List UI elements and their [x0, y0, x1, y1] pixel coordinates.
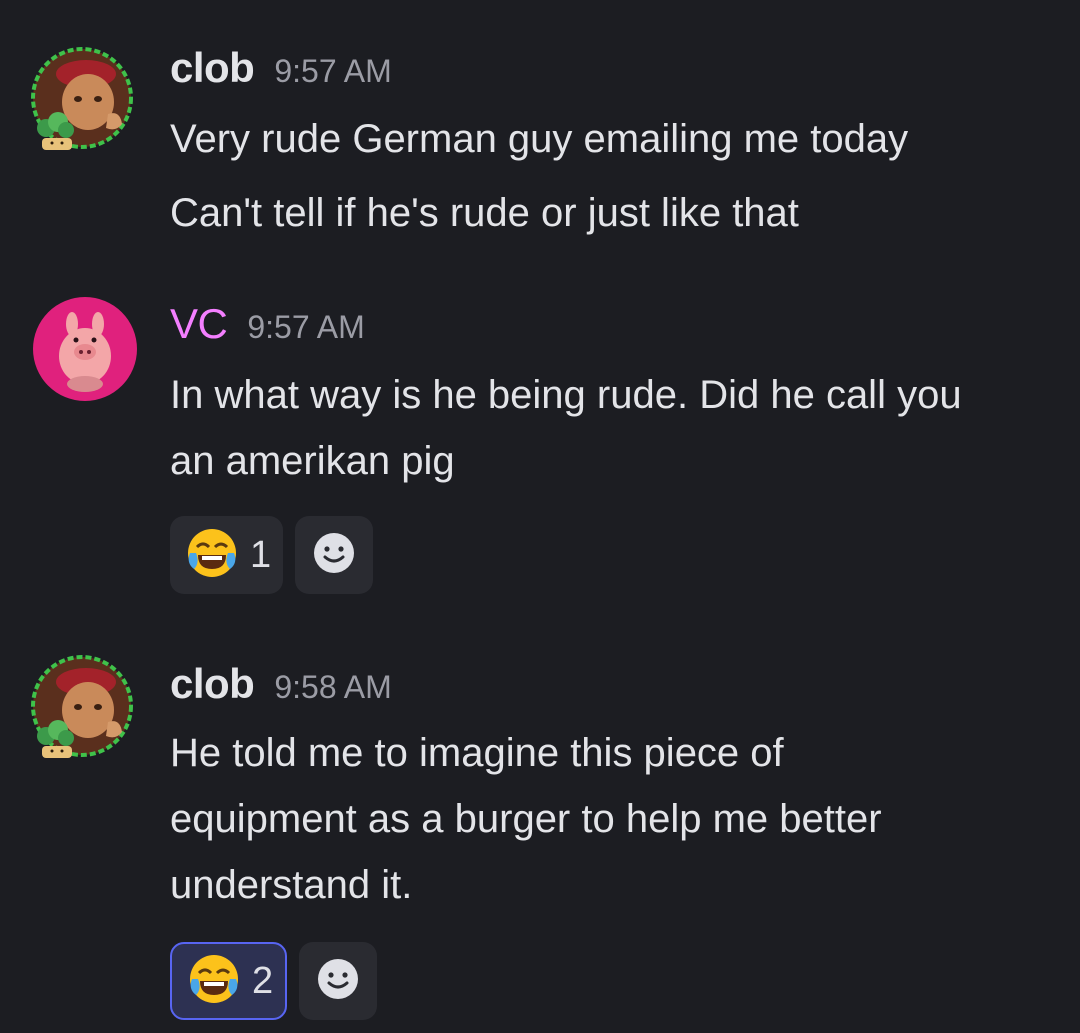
message-text: Can't tell if he's rude or just like tha… [170, 191, 799, 235]
username[interactable]: VC [170, 300, 228, 348]
reaction-count: 1 [250, 533, 272, 576]
timestamp: 9:58 AM [274, 669, 392, 705]
message-text: an amerikan pig [170, 439, 455, 483]
message-text: equipment as a burger to help me better [170, 797, 882, 841]
message-text: understand it. [170, 863, 413, 907]
message-header: clob 9:58 AM [170, 660, 1060, 716]
reaction-count: 2 [252, 959, 274, 1002]
message-header: VC 9:57 AM [170, 300, 1060, 356]
username[interactable]: clob [170, 44, 255, 92]
avatar[interactable] [28, 652, 136, 760]
avatar[interactable] [28, 44, 136, 152]
reaction-pill[interactable]: 1 [170, 516, 284, 594]
username[interactable]: clob [170, 660, 255, 708]
smiley-icon [312, 531, 356, 580]
joy-emoji-icon [186, 951, 242, 1012]
joy-emoji-icon [184, 525, 240, 586]
message-text: He told me to imagine this piece of [170, 731, 784, 775]
message-text: Very rude German guy emailing me today [170, 117, 909, 161]
message-text: In what way is he being rude. Did he cal… [170, 373, 962, 417]
timestamp: 9:57 AM [274, 53, 392, 89]
smiley-icon [316, 957, 360, 1006]
reactions-bar: 2 [170, 942, 1060, 1020]
add-reaction-button[interactable] [299, 942, 378, 1020]
reaction-pill-active[interactable]: 2 [170, 942, 288, 1020]
message-header: clob 9:57 AM [170, 44, 1060, 100]
add-reaction-button[interactable] [295, 516, 374, 594]
reactions-bar: 1 [170, 516, 1060, 594]
avatar[interactable] [32, 296, 138, 402]
chat-log: clob 9:57 AM Very rude German guy emaili… [0, 0, 1080, 1033]
timestamp: 9:57 AM [247, 309, 365, 345]
